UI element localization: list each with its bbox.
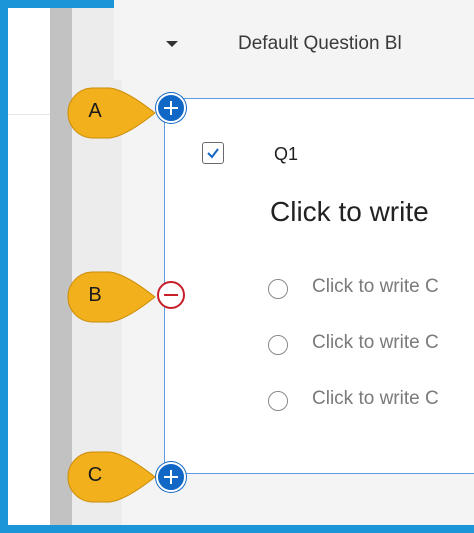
question-number: Q1 <box>274 144 299 164</box>
question-text[interactable]: Click to write <box>270 196 429 228</box>
callout-c-label: C <box>87 464 103 486</box>
block-title[interactable]: Default Question Bl <box>238 33 402 55</box>
radio-unselected-icon[interactable] <box>268 335 288 355</box>
caret-down-icon[interactable] <box>166 41 178 47</box>
left-pane <box>8 8 50 525</box>
checkbox-checked-icon[interactable] <box>202 142 224 164</box>
callout-b-label: B <box>88 284 102 306</box>
left-pane-divider <box>8 114 50 115</box>
choice-text[interactable]: Click to write C <box>312 276 439 298</box>
radio-unselected-icon[interactable] <box>268 391 288 411</box>
choice-text[interactable]: Click to write C <box>312 332 439 354</box>
choice-text[interactable]: Click to write C <box>312 388 439 410</box>
radio-unselected-icon[interactable] <box>268 279 288 299</box>
callout-a-label: A <box>88 100 102 122</box>
remove-question-button[interactable] <box>157 281 185 309</box>
add-question-above-button[interactable] <box>156 93 186 123</box>
add-question-below-button[interactable] <box>156 462 186 492</box>
